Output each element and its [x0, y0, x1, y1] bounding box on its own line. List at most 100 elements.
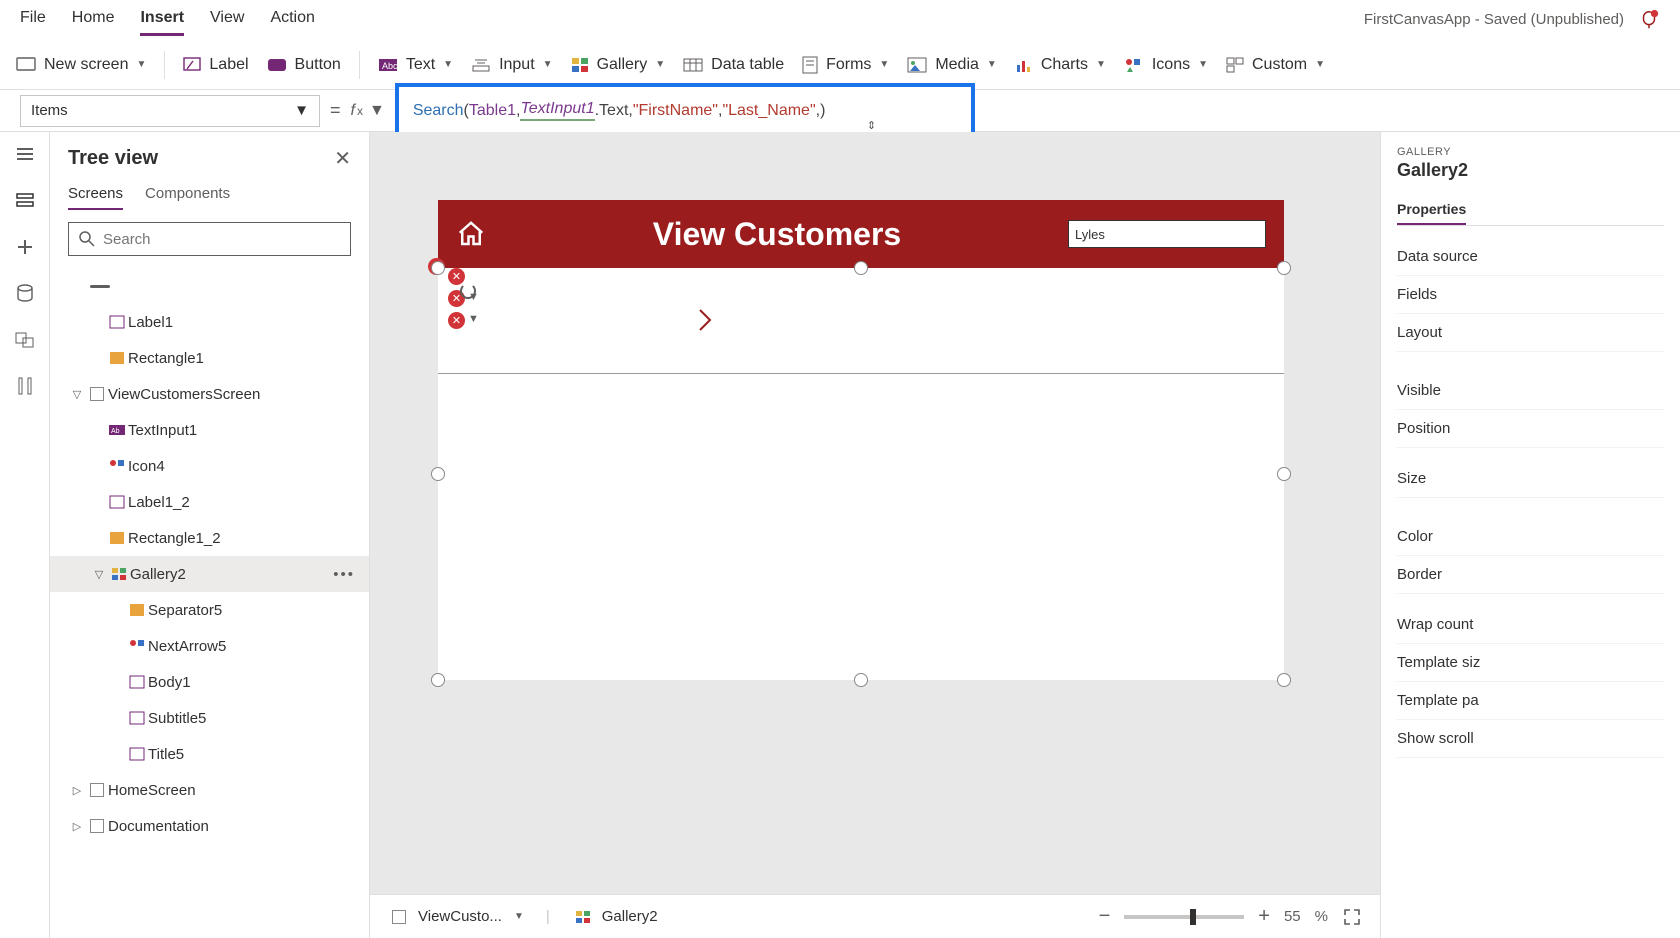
- forms-btn-label: Forms: [826, 56, 871, 74]
- prop-data-source[interactable]: Data source: [1397, 238, 1664, 276]
- screen-viewcustomers[interactable]: View Customers Lyles ✕ ✕ ✕ ✕ ▼: [438, 200, 1284, 680]
- node-body1[interactable]: Body1: [50, 664, 369, 700]
- equals-sign: =: [330, 100, 341, 121]
- node-rectangle1-2[interactable]: Rectangle1_2: [50, 520, 369, 556]
- media-btn-label: Media: [935, 56, 979, 74]
- chevron-right-icon[interactable]: [696, 306, 714, 334]
- label-button[interactable]: Label: [183, 56, 248, 74]
- node-viewcustomersscreen[interactable]: ▽ ViewCustomersScreen: [50, 376, 369, 412]
- node-title5[interactable]: Title5: [50, 736, 369, 772]
- new-screen-button[interactable]: New screen▼: [16, 56, 146, 74]
- node-separator5[interactable]: Separator5: [50, 592, 369, 628]
- chevron-right-icon[interactable]: ▷: [68, 784, 86, 797]
- datatable-button[interactable]: Data table: [683, 56, 784, 74]
- zoom-slider[interactable]: [1124, 915, 1244, 919]
- tree-search-input[interactable]: [103, 231, 340, 248]
- prop-border[interactable]: Border: [1397, 556, 1664, 594]
- chevron-down-icon[interactable]: ▼: [468, 313, 479, 325]
- node-rectangle1[interactable]: Rectangle1: [50, 340, 369, 376]
- node-textinput1[interactable]: Ab TextInput1: [50, 412, 369, 448]
- prop-wrap-count[interactable]: Wrap count: [1397, 606, 1664, 644]
- tab-properties[interactable]: Properties: [1397, 195, 1466, 225]
- custom-btn-label: Custom: [1252, 56, 1307, 74]
- more-icon[interactable]: •••: [333, 566, 355, 583]
- prop-visible[interactable]: Visible: [1397, 372, 1664, 410]
- resize-handle[interactable]: [854, 261, 868, 275]
- menu-file[interactable]: File: [20, 3, 46, 36]
- zoom-out-button[interactable]: −: [1099, 905, 1111, 928]
- button-button[interactable]: Button: [267, 56, 341, 74]
- chevron-right-icon[interactable]: ▷: [68, 820, 86, 833]
- search-textinput[interactable]: Lyles: [1068, 220, 1266, 248]
- prop-layout[interactable]: Layout: [1397, 314, 1664, 352]
- chevron-down-icon[interactable]: ▼: [514, 911, 524, 922]
- home-icon[interactable]: [456, 219, 486, 249]
- resize-handle[interactable]: [1277, 467, 1291, 481]
- control-name[interactable]: Gallery2: [1397, 160, 1664, 181]
- resize-handle[interactable]: [431, 673, 445, 687]
- breadcrumb-screen[interactable]: ViewCusto... ▼: [388, 908, 524, 925]
- tools-icon[interactable]: [16, 376, 34, 396]
- screen-checkbox[interactable]: [90, 819, 104, 833]
- media-button[interactable]: Media▼: [907, 56, 996, 74]
- diagnostics-icon[interactable]: [1638, 9, 1660, 31]
- add-icon[interactable]: [16, 238, 34, 256]
- menu-view[interactable]: View: [210, 3, 244, 36]
- prop-position[interactable]: Position: [1397, 410, 1664, 448]
- resize-handle[interactable]: [431, 467, 445, 481]
- tab-screens[interactable]: Screens: [68, 179, 123, 210]
- text-button[interactable]: Abc Text▼: [378, 56, 453, 74]
- chevron-down-icon[interactable]: ▼: [468, 291, 479, 303]
- node-subtitle5[interactable]: Subtitle5: [50, 700, 369, 736]
- prop-template-size[interactable]: Template siz: [1397, 644, 1664, 682]
- error-badge-icon[interactable]: ✕: [448, 268, 465, 285]
- gallery-button[interactable]: Gallery▼: [571, 56, 666, 74]
- breadcrumb-gallery[interactable]: Gallery2: [572, 908, 658, 925]
- chevron-down-icon[interactable]: ▽: [90, 568, 108, 581]
- node-label1[interactable]: Label1: [50, 304, 369, 340]
- menu-home[interactable]: Home: [72, 3, 115, 36]
- gallery-template-row[interactable]: [438, 268, 1284, 374]
- resize-vertical-icon[interactable]: ⇕: [867, 119, 876, 132]
- fx-icon[interactable]: fx▼: [351, 102, 385, 120]
- screen-checkbox[interactable]: [90, 783, 104, 797]
- formula-input[interactable]: Search(Table1, TextInput1.Text, "FirstNa…: [395, 83, 975, 139]
- tab-components[interactable]: Components: [145, 179, 230, 210]
- node-documentation[interactable]: ▷ Documentation: [50, 808, 369, 844]
- custom-button[interactable]: Custom▼: [1226, 56, 1325, 74]
- tree-view-icon[interactable]: [15, 190, 35, 210]
- tree-search-box[interactable]: [68, 222, 351, 256]
- menu-action[interactable]: Action: [270, 3, 314, 36]
- error-badge-icon[interactable]: ✕: [448, 312, 465, 329]
- fit-to-window-icon[interactable]: [1342, 907, 1362, 927]
- input-button[interactable]: Input▼: [471, 56, 553, 74]
- data-icon[interactable]: [16, 284, 34, 304]
- resize-handle[interactable]: [1277, 673, 1291, 687]
- prop-size[interactable]: Size: [1397, 460, 1664, 498]
- zoom-in-button[interactable]: +: [1258, 905, 1270, 928]
- gallery2-selection[interactable]: ✕ ✕ ✕ ✕ ▼ ▼: [438, 268, 1284, 680]
- property-selector[interactable]: Items ▼: [20, 95, 320, 127]
- hamburger-icon[interactable]: [15, 146, 35, 162]
- media-icon[interactable]: [15, 332, 35, 348]
- resize-handle[interactable]: [854, 673, 868, 687]
- node-nextarrow5[interactable]: NextArrow5: [50, 628, 369, 664]
- close-icon[interactable]: ✕: [334, 146, 351, 171]
- node-icon4[interactable]: Icon4: [50, 448, 369, 484]
- prop-fields[interactable]: Fields: [1397, 276, 1664, 314]
- resize-handle[interactable]: [1277, 261, 1291, 275]
- node-gallery2[interactable]: ▽ Gallery2 •••: [50, 556, 369, 592]
- chevron-down-icon[interactable]: ▽: [68, 388, 86, 401]
- charts-button[interactable]: Charts▼: [1015, 56, 1106, 74]
- node-homescreen[interactable]: ▷ HomeScreen: [50, 772, 369, 808]
- tree-collapse-bar[interactable]: [50, 268, 369, 304]
- icons-button[interactable]: Icons▼: [1124, 56, 1208, 74]
- resize-handle[interactable]: [431, 261, 445, 275]
- prop-show-scrollbar[interactable]: Show scroll: [1397, 720, 1664, 758]
- screen-checkbox[interactable]: [90, 387, 104, 401]
- node-label1-2[interactable]: Label1_2: [50, 484, 369, 520]
- forms-button[interactable]: Forms▼: [802, 56, 889, 74]
- prop-color[interactable]: Color: [1397, 518, 1664, 556]
- prop-template-padding[interactable]: Template pa: [1397, 682, 1664, 720]
- menu-insert[interactable]: Insert: [140, 3, 184, 36]
